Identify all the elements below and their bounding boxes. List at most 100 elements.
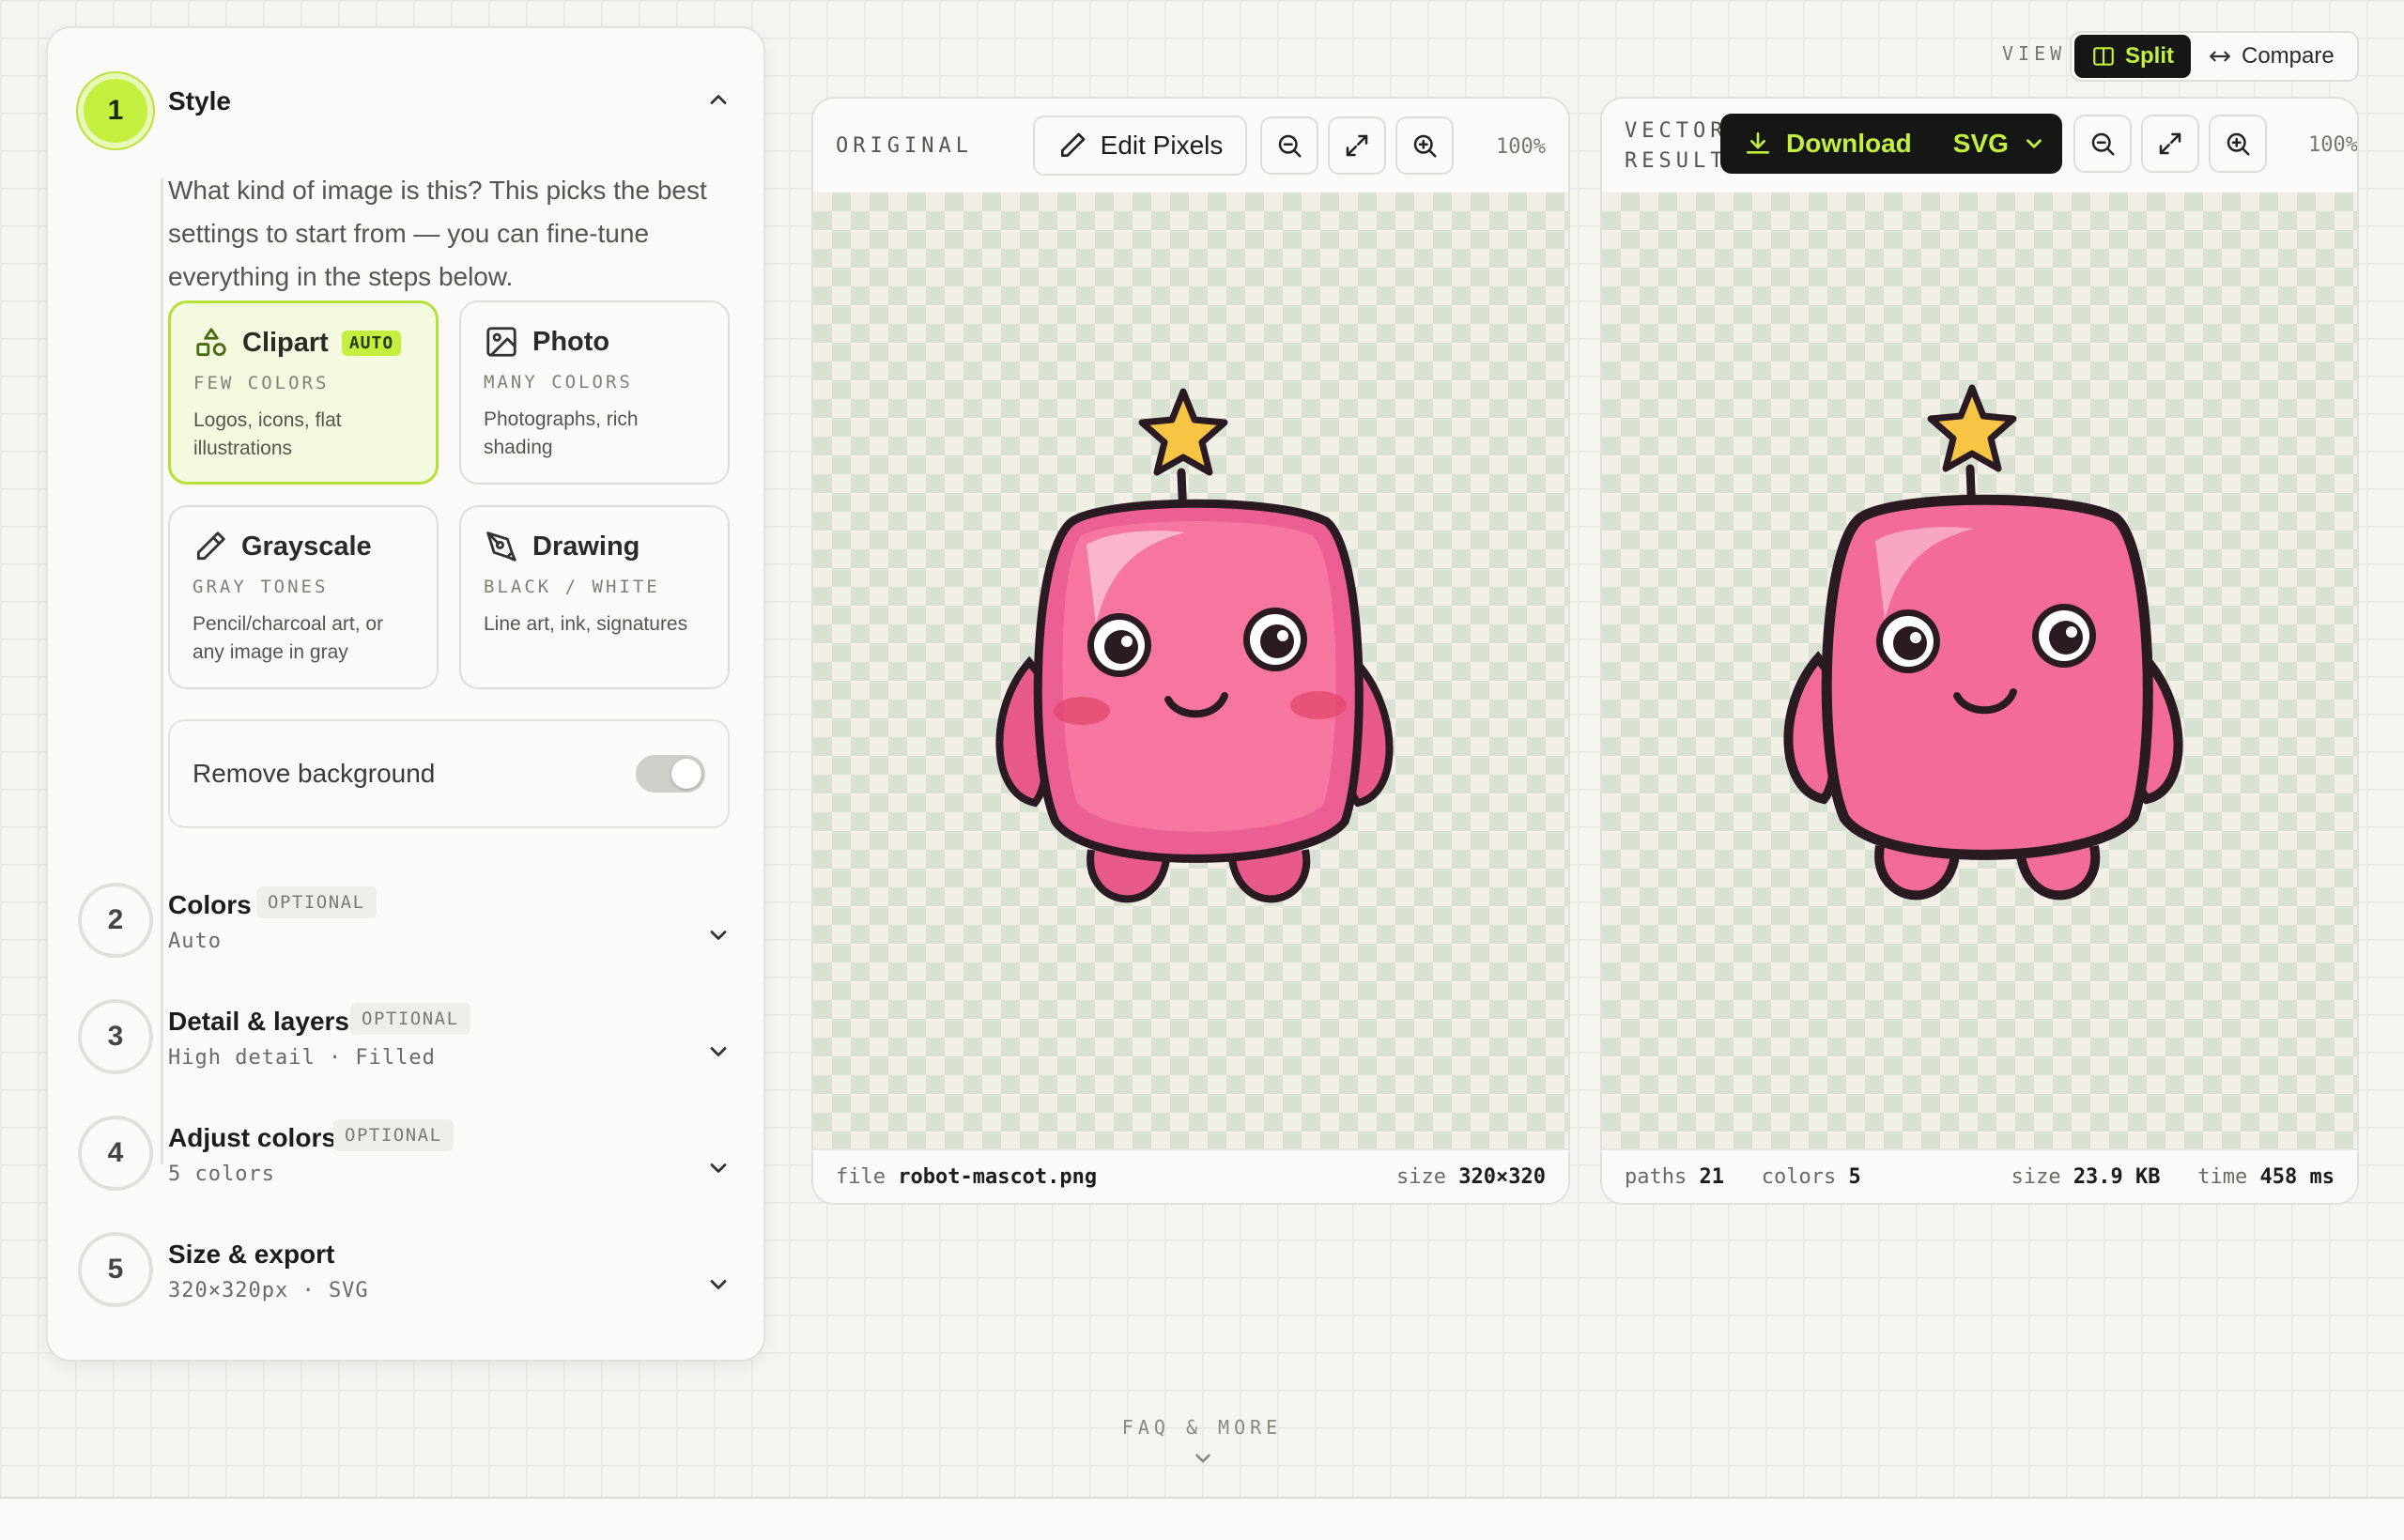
style-description: What kind of image is this? This picks t… <box>168 176 707 291</box>
faq-link[interactable]: FAQ & MORE <box>1071 1416 1333 1439</box>
zoom-out-button[interactable] <box>2073 115 2132 173</box>
download-icon <box>1747 132 1769 154</box>
compare-label: Compare <box>2242 43 2335 69</box>
split-view-button[interactable]: Split <box>2074 35 2191 78</box>
step-2-title[interactable]: Colors <box>168 890 252 920</box>
remove-background-label: Remove background <box>193 759 436 788</box>
expand-icon <box>1346 134 1368 157</box>
card-title: Drawing <box>532 531 640 562</box>
size-time-info: size 23.9 KB time 458 ms <box>2011 1165 2335 1189</box>
card-description: Logos, icons, flat illustrations <box>193 409 342 459</box>
compare-view-button[interactable]: Compare <box>2191 35 2351 78</box>
step-5-summary: 320×320px · SVG <box>168 1279 369 1302</box>
paths-value: 21 <box>1699 1164 1724 1189</box>
step-5-number: 5 <box>107 1254 124 1285</box>
card-tag: BLACK / WHITE <box>484 577 660 597</box>
step-5-title[interactable]: Size & export <box>168 1240 334 1270</box>
path-color-info: paths 21 colors 5 <box>1625 1165 1861 1189</box>
step-2-number: 2 <box>107 904 124 935</box>
original-footer: file robot-mascot.png size 320×320 <box>813 1148 1568 1203</box>
card-title: Clipart <box>242 327 329 358</box>
step-3-title[interactable]: Detail & layers <box>168 1007 349 1037</box>
remove-background-toggle[interactable] <box>636 755 705 793</box>
zoom-level: 100% <box>2308 133 2358 157</box>
auto-badge: AUTO <box>341 330 402 356</box>
chevron-down-icon[interactable] <box>705 1155 732 1181</box>
card-description: Pencil/charcoal art, or any image in gra… <box>193 613 384 663</box>
vector-label: VECTOR <box>1625 119 1728 143</box>
remove-background-row: Remove background <box>168 719 730 828</box>
zoom-in-icon <box>2227 132 2250 156</box>
edit-pixels-label: Edit Pixels <box>1100 131 1224 160</box>
step-3-indicator[interactable]: 3 <box>78 999 153 1074</box>
vector-canvas[interactable] <box>1602 192 2357 1150</box>
chevron-up-icon[interactable] <box>705 86 732 113</box>
size-value: 320×320 <box>1458 1164 1546 1189</box>
step-4-title[interactable]: Adjust colors <box>168 1123 336 1153</box>
card-title: Grayscale <box>241 531 372 562</box>
step-5-indicator[interactable]: 5 <box>78 1232 153 1307</box>
zoom-out-icon <box>1278 134 1302 158</box>
card-tag: GRAY TONES <box>193 577 329 597</box>
size-info: size 320×320 <box>1396 1165 1546 1189</box>
zoom-level: 100% <box>1496 135 1546 159</box>
format-label: SVG <box>1952 129 2009 158</box>
style-card-photo[interactable]: Photo MANY COLORS Photographs, rich shad… <box>459 300 730 485</box>
card-description: Photographs, rich shading <box>484 408 639 458</box>
chevron-down-icon[interactable] <box>705 922 732 948</box>
original-pane: ORIGINAL Edit Pixels 100% file robot-mas… <box>811 97 1570 1205</box>
file-label: file <box>836 1164 886 1189</box>
download-group: Download SVG <box>1720 114 2062 174</box>
colors-value: 5 <box>1848 1164 1861 1189</box>
robot-mascot-original <box>995 388 1394 903</box>
step-4-indicator[interactable]: 4 <box>78 1116 153 1191</box>
zoom-out-icon <box>2091 132 2115 156</box>
edit-pixels-button[interactable]: Edit Pixels <box>1033 116 1247 176</box>
step-4-summary: 5 colors <box>168 1163 275 1186</box>
step-2-indicator[interactable]: 2 <box>78 883 153 958</box>
zoom-in-button[interactable] <box>1395 116 1454 175</box>
format-dropdown[interactable]: SVG <box>1934 114 2065 174</box>
download-button[interactable]: Download <box>1720 114 1934 174</box>
card-tag: FEW COLORS <box>193 373 330 393</box>
pencil-icon <box>196 531 225 561</box>
style-card-clipart[interactable]: Clipart AUTO FEW COLORS Logos, icons, fl… <box>168 300 439 485</box>
pencil-icon <box>1060 132 1085 157</box>
zoom-in-icon <box>1413 134 1437 158</box>
chevron-down-icon[interactable] <box>705 1039 732 1065</box>
optional-badge: OPTIONAL <box>256 886 377 918</box>
style-card-drawing[interactable]: Drawing BLACK / WHITE Line art, ink, sig… <box>459 505 730 689</box>
style-card-grayscale[interactable]: Grayscale GRAY TONES Pencil/charcoal art… <box>168 505 439 689</box>
robot-mascot-vector <box>1783 384 2183 901</box>
step-1-number: 1 <box>107 95 124 126</box>
step-1-indicator[interactable]: 1 <box>78 73 153 148</box>
view-label: VIEW <box>2002 42 2067 65</box>
card-title: Photo <box>532 326 610 357</box>
step-2-summary: Auto <box>168 930 222 953</box>
arrows-horizontal-icon <box>2210 51 2230 62</box>
original-canvas[interactable] <box>813 192 1568 1150</box>
step-1-title[interactable]: Style <box>168 86 231 116</box>
step-3-number: 3 <box>107 1021 124 1052</box>
toggle-knob <box>671 759 701 789</box>
size-label: size <box>2011 1164 2061 1189</box>
step-rail <box>161 178 163 1164</box>
settings-panel: 1 Style What kind of image is this? This… <box>46 26 765 1362</box>
result-label: RESULT <box>1625 149 1728 173</box>
time-label: time <box>2197 1164 2248 1189</box>
split-icon <box>2093 47 2114 66</box>
bottom-section <box>0 1497 2404 1540</box>
zoom-in-button[interactable] <box>2209 115 2267 173</box>
download-label: Download <box>1786 129 1912 158</box>
zoom-out-button[interactable] <box>1260 116 1318 175</box>
chevron-down-icon[interactable] <box>705 1271 732 1298</box>
time-value: 458 ms <box>2259 1164 2335 1189</box>
fit-button[interactable] <box>2141 115 2199 173</box>
colors-label: colors <box>1761 1164 1837 1189</box>
chevron-down-icon <box>2026 139 2042 148</box>
size-label: size <box>1396 1164 1447 1189</box>
original-label: ORIGINAL <box>836 134 973 158</box>
chevron-down-icon[interactable] <box>1191 1446 1215 1471</box>
fit-button[interactable] <box>1328 116 1386 175</box>
card-description: Line art, ink, signatures <box>484 613 688 635</box>
